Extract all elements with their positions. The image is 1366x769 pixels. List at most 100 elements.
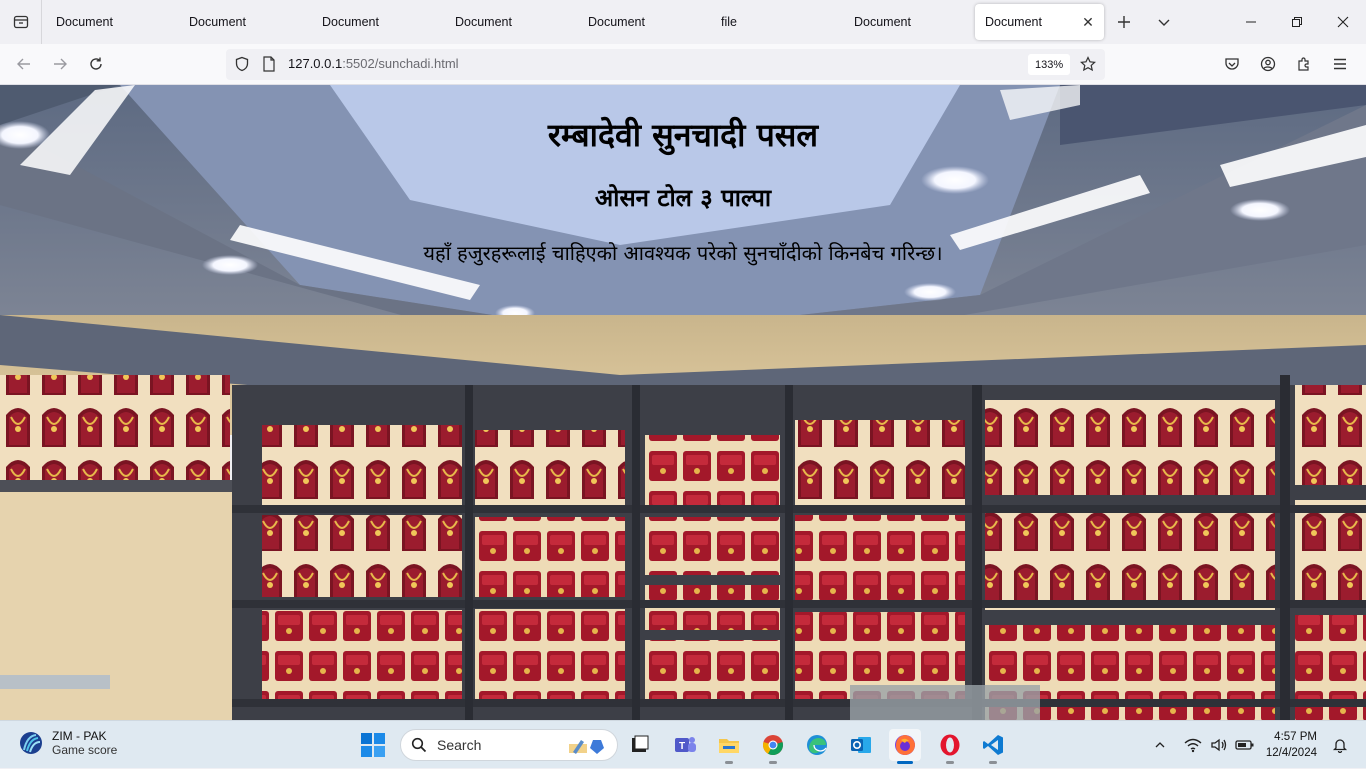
url-host: 127.0.0.1 (288, 56, 343, 71)
puzzle-icon (1298, 57, 1309, 71)
bell-icon (1332, 739, 1348, 753)
chevron-up-icon (1155, 742, 1165, 748)
pocket-icon (1225, 58, 1239, 70)
toolbar-right (1214, 48, 1358, 80)
vscode-button[interactable] (977, 729, 1009, 764)
tab-document-4[interactable]: Document (441, 4, 574, 40)
close-tab-icon[interactable]: ✕ (1080, 14, 1096, 30)
clock[interactable]: 4:57 PM 12/4/2024 (1266, 729, 1317, 761)
tab-label: Document (985, 15, 1042, 29)
restore-icon (1292, 17, 1302, 27)
pocket-button[interactable] (1214, 48, 1250, 80)
tab-label: file (721, 15, 737, 29)
tab-label: Document (56, 15, 113, 29)
url-text[interactable]: 127.0.0.1:5502/sunchadi.html (288, 56, 459, 71)
windows-taskbar: ZIM - PAK Game score Search T 4:57 PM 12… (0, 720, 1366, 768)
arrow-right-icon (54, 58, 67, 70)
network-button[interactable] (1181, 733, 1205, 757)
page-viewport: रम्बादेवी सुनचादी पसल ओसन टोल ३ पाल्पा य… (0, 85, 1366, 720)
shop-title: रम्बादेवी सुनचादी पसल (547, 116, 819, 154)
tab-label: Document (189, 15, 246, 29)
file-explorer-button[interactable] (713, 729, 745, 764)
firefox-view-button[interactable] (0, 0, 42, 44)
page-icon[interactable] (262, 56, 276, 76)
opera-button[interactable] (934, 729, 966, 764)
shop-description: यहाँ हजुरहरूलाई चाहिएको आवश्यक परेको सुन… (423, 241, 943, 265)
tab-strip: Document Document Document Document Docu… (0, 0, 1366, 44)
tab-document-2[interactable]: Document (175, 4, 308, 40)
account-button[interactable] (1250, 48, 1286, 80)
app-menu-button[interactable] (1322, 48, 1358, 80)
reload-icon (90, 57, 102, 70)
weather-widget[interactable]: ZIM - PAK Game score (18, 729, 117, 757)
firefox-view-icon (13, 15, 28, 29)
wifi-icon (1184, 738, 1202, 753)
volume-button[interactable] (1207, 733, 1231, 757)
forward-button[interactable] (42, 48, 78, 80)
firefox-icon (895, 735, 915, 755)
outlook-button[interactable] (845, 729, 877, 761)
tab-document-1[interactable]: Document (42, 4, 175, 40)
account-icon (1260, 56, 1276, 72)
tab-document-5[interactable]: Document (574, 4, 707, 40)
running-indicator (769, 761, 777, 764)
back-button[interactable] (6, 48, 42, 80)
shield-icon[interactable] (234, 56, 250, 76)
task-view-icon (632, 735, 649, 752)
task-view-button[interactable] (624, 729, 656, 761)
close-window-button[interactable] (1320, 0, 1366, 44)
widget-title: ZIM - PAK (52, 729, 107, 743)
firefox-button[interactable] (889, 729, 921, 764)
folder-icon (719, 739, 739, 753)
restore-button[interactable] (1274, 0, 1320, 44)
arrow-left-icon (17, 58, 30, 70)
list-all-tabs-button[interactable] (1144, 0, 1184, 44)
reload-button[interactable] (78, 48, 114, 80)
widget-subtitle: Game score (52, 743, 118, 757)
clock-date: 12/4/2024 (1265, 747, 1317, 759)
minimize-icon (1246, 21, 1256, 23)
edge-button[interactable] (801, 729, 833, 761)
zoom-level-button[interactable]: 133% (1028, 54, 1071, 75)
running-indicator (989, 761, 997, 764)
shop-address: ओसन टोल ३ पाल्पा (594, 183, 772, 212)
chrome-button[interactable] (757, 729, 789, 764)
extensions-button[interactable] (1286, 48, 1322, 80)
show-hidden-icons-button[interactable] (1148, 733, 1172, 757)
running-indicator (946, 761, 954, 764)
tab-document-active[interactable]: Document ✕ (975, 4, 1104, 40)
edge-icon (807, 735, 827, 755)
tab-label: Document (588, 15, 645, 29)
tab-file[interactable]: file (707, 4, 840, 40)
search-label: Search (437, 737, 482, 753)
navigation-toolbar: 127.0.0.1:5502/sunchadi.html 133% (0, 44, 1366, 85)
plus-icon (1118, 16, 1130, 28)
notifications-button[interactable] (1328, 733, 1352, 757)
teams-icon: T (675, 737, 696, 752)
tab-label: Document (455, 15, 512, 29)
battery-button[interactable] (1233, 733, 1257, 757)
tab-document-7[interactable]: Document (840, 4, 973, 40)
search-icon (411, 737, 427, 753)
windows-logo-icon (361, 733, 385, 757)
battery-icon (1235, 740, 1254, 750)
hamburger-menu-icon (1334, 58, 1346, 70)
system-tray: 4:57 PM 12/4/2024 (1147, 721, 1366, 769)
teams-button[interactable]: T (669, 729, 701, 761)
minimize-button[interactable] (1228, 0, 1274, 44)
bookmark-star-icon[interactable] (1080, 56, 1096, 76)
running-indicator (725, 761, 733, 764)
taskbar-search[interactable]: Search (400, 729, 618, 761)
new-tab-button[interactable] (1104, 0, 1144, 44)
address-bar[interactable]: 127.0.0.1:5502/sunchadi.html 133% (226, 49, 1105, 80)
close-icon (1337, 16, 1349, 28)
speaker-icon (1211, 738, 1226, 752)
tab-document-3[interactable]: Document (308, 4, 441, 40)
opera-icon (940, 734, 960, 756)
outlook-icon (851, 737, 871, 753)
start-button[interactable] (360, 732, 386, 758)
tab-list: Document Document Document Document Docu… (42, 0, 1104, 44)
cricket-score-icon (20, 732, 42, 754)
active-indicator (897, 761, 913, 764)
tab-label: Document (322, 15, 379, 29)
